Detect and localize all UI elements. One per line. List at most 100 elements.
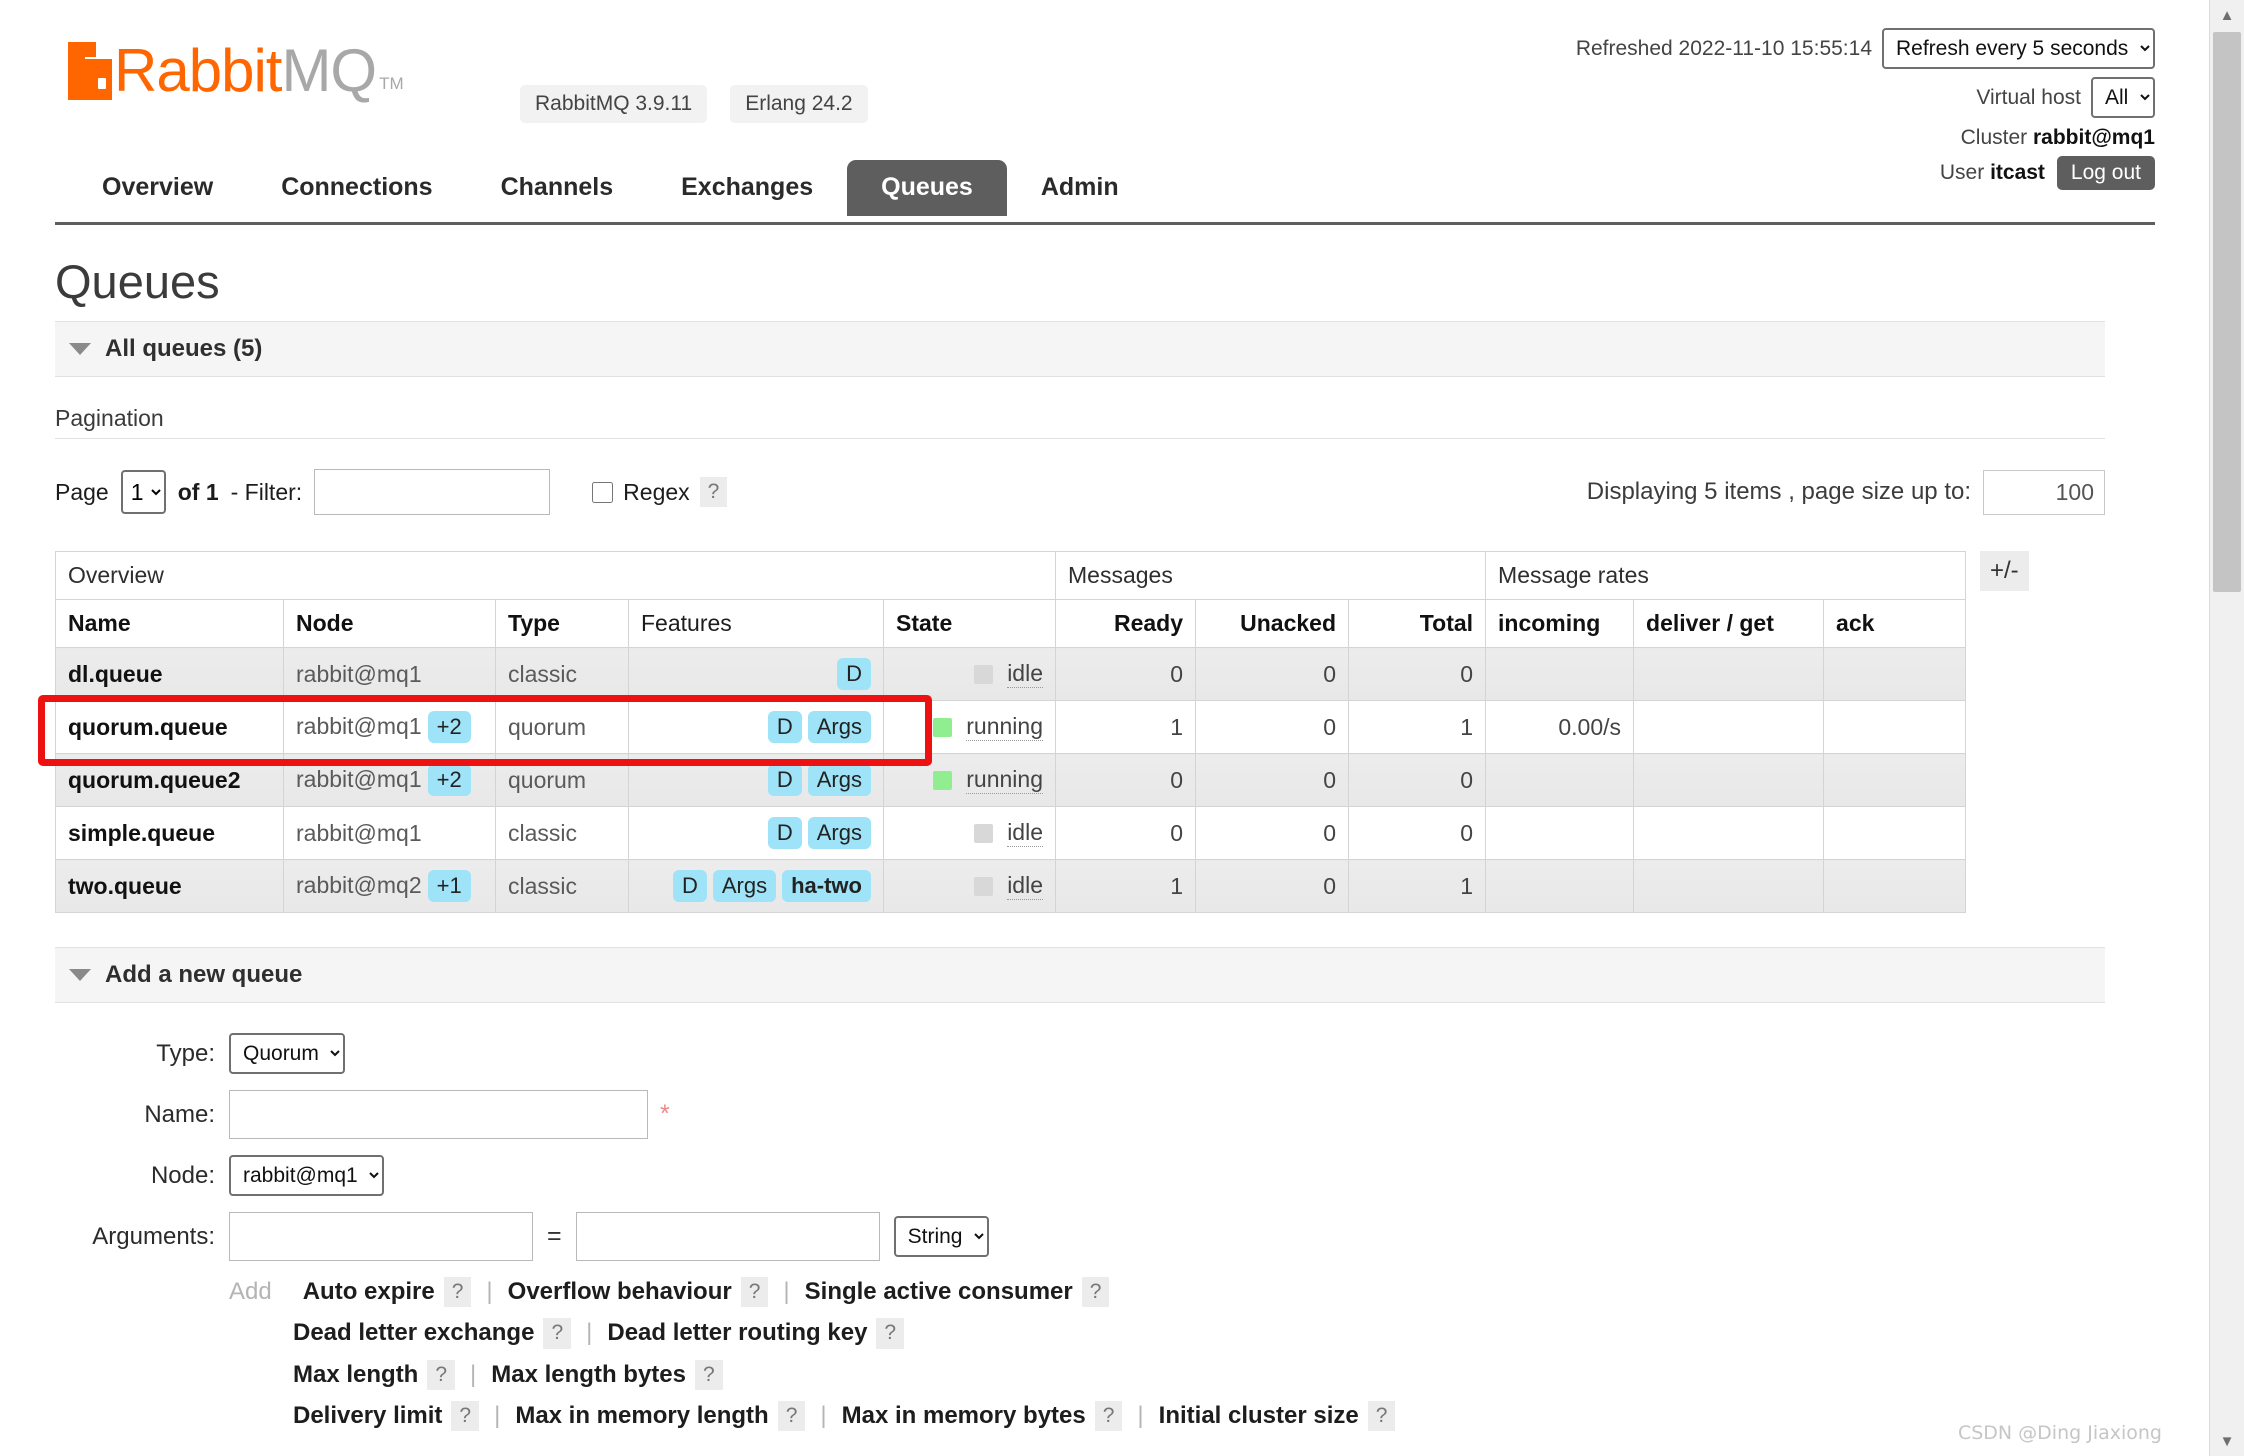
table-row[interactable]: quorum.queue rabbit@mq1 +2 quorum D Args runni… (55, 700, 1967, 754)
feature-badge-args[interactable]: Args (807, 817, 871, 849)
queue-total-cell: 0 (1347, 753, 1487, 807)
preset-dead-letter-routing-key[interactable]: Dead letter routing key (607, 1319, 867, 1347)
preset-dead-letter-exchange[interactable]: Dead letter exchange (293, 1319, 534, 1347)
preset-row-2: Dead letter exchange ? | Dead letter rou… (293, 1318, 2105, 1349)
page-scrollbar[interactable]: ▲ ▼ (2209, 0, 2244, 1456)
feature-badge-args[interactable]: Args (807, 711, 871, 743)
queue-name-input[interactable] (229, 1090, 648, 1139)
column-header-type[interactable]: Type (495, 599, 629, 648)
tab-queues[interactable]: Queues (847, 160, 1007, 216)
feature-badge-d[interactable]: D (837, 658, 871, 690)
argument-type-select[interactable]: String (893, 1216, 989, 1257)
node-extra-badge[interactable]: +2 (427, 711, 471, 743)
state-indicator-square (974, 876, 994, 896)
table-row[interactable]: two.queue rabbit@mq2 +1 classic D Args ha-two i… (55, 859, 1967, 913)
max-length-help-icon[interactable]: ? (427, 1359, 456, 1390)
column-header-total[interactable]: Total (1347, 599, 1487, 648)
tab-connections[interactable]: Connections (247, 160, 466, 216)
tab-admin[interactable]: Admin (1007, 160, 1153, 216)
node-extra-badge[interactable]: +2 (427, 764, 471, 796)
feature-badge-args[interactable]: Args (807, 764, 871, 796)
queue-type-cell: classic (495, 647, 629, 701)
queue-incoming-cell (1485, 753, 1635, 807)
group-header-overview: Overview (55, 551, 1056, 600)
scroll-up-icon[interactable]: ▲ (2210, 0, 2244, 30)
table-row[interactable]: dl.queue rabbit@mq1 classic Didle 0 0 0 (55, 647, 1967, 701)
queue-name-cell[interactable]: dl.queue (55, 647, 284, 701)
table-row[interactable]: quorum.queue2 rabbit@mq1 +2 quorum D Args runn… (55, 753, 1967, 807)
columns-toggle-button[interactable]: +/- (1980, 551, 2029, 591)
preset-max-length[interactable]: Max length (293, 1361, 418, 1389)
queue-node-select[interactable]: rabbit@mq1 (229, 1155, 384, 1196)
preset-row-4: Delivery limit ? | Max in memory length … (293, 1400, 2105, 1431)
queue-name-cell[interactable]: simple.queue (55, 806, 284, 860)
add-queue-section-header[interactable]: Add a new queue (55, 947, 2105, 1003)
page-size-input[interactable] (1983, 469, 2105, 515)
dead-letter-routing-key-help-icon[interactable]: ? (876, 1318, 905, 1349)
column-header-unacked[interactable]: Unacked (1195, 599, 1349, 648)
erlang-version-badge: Erlang 24.2 (730, 85, 868, 123)
table-row[interactable]: simple.queue rabbit@mq1 classic D Args idle 0 0… (55, 806, 1967, 860)
column-header-deliver-get[interactable]: deliver / get (1633, 599, 1825, 648)
queue-total-cell: 1 (1347, 859, 1487, 913)
preset-max-in-memory-bytes[interactable]: Max in memory bytes (842, 1402, 1086, 1430)
dead-letter-exchange-help-icon[interactable]: ? (543, 1318, 572, 1349)
single-active-consumer-help-icon[interactable]: ? (1081, 1277, 1110, 1308)
queues-table: Overview Messages Message rates Name Nod… (55, 551, 1967, 913)
initial-cluster-size-help-icon[interactable]: ? (1367, 1400, 1396, 1431)
regex-checkbox[interactable] (592, 481, 614, 503)
all-queues-section-header[interactable]: All queues (5) (55, 321, 2105, 377)
argument-value-input[interactable] (575, 1212, 880, 1261)
add-argument-button[interactable]: Add (229, 1278, 272, 1306)
scrollbar-thumb[interactable] (2213, 32, 2241, 592)
feature-badge-d[interactable]: D (767, 764, 802, 796)
queue-name-cell[interactable]: two.queue (55, 859, 284, 913)
queue-name-cell[interactable]: quorum.queue (55, 700, 284, 754)
column-header-ack[interactable]: ack (1823, 599, 1967, 648)
queue-type-select[interactable]: Quorum (229, 1033, 345, 1074)
rabbitmq-logo[interactable]: Rabbit MQ TM (68, 41, 404, 101)
column-header-incoming[interactable]: incoming (1485, 599, 1635, 648)
auto-expire-help-icon[interactable]: ? (443, 1277, 472, 1308)
queue-name-cell[interactable]: quorum.queue2 (55, 753, 284, 807)
tab-overview[interactable]: Overview (68, 160, 247, 216)
refresh-interval-select[interactable]: Refresh every 5 seconds (1882, 28, 2155, 69)
feature-badge-d[interactable]: D (672, 870, 707, 902)
argument-key-input[interactable] (229, 1212, 533, 1261)
tab-channels[interactable]: Channels (467, 160, 648, 216)
feature-badge-d[interactable]: D (767, 711, 802, 743)
column-header-name[interactable]: Name (55, 599, 284, 648)
node-extra-badge[interactable]: +1 (427, 870, 471, 902)
delivery-limit-help-icon[interactable]: ? (451, 1400, 480, 1431)
rabbitmq-management-page: Rabbit MQ TM RabbitMQ 3.9.11 Erlang 24.2 … (0, 0, 2210, 1456)
preset-max-length-bytes[interactable]: Max length bytes (491, 1361, 686, 1389)
column-header-ready[interactable]: Ready (1055, 599, 1196, 648)
column-header-node[interactable]: Node (283, 599, 496, 648)
feature-badge-d[interactable]: D (767, 817, 802, 849)
virtual-host-select[interactable]: All (2091, 77, 2155, 118)
queue-unacked-cell: 0 (1195, 647, 1349, 701)
column-header-state[interactable]: State (883, 599, 1056, 648)
overflow-behaviour-help-icon[interactable]: ? (740, 1277, 769, 1308)
preset-max-in-memory-length[interactable]: Max in memory length (515, 1402, 768, 1430)
preset-initial-cluster-size[interactable]: Initial cluster size (1159, 1402, 1359, 1430)
max-length-bytes-help-icon[interactable]: ? (694, 1359, 723, 1390)
feature-badge-args[interactable]: Args (712, 870, 777, 902)
state-text: idle (1007, 660, 1043, 688)
preset-single-active-consumer[interactable]: Single active consumer (805, 1278, 1073, 1306)
filter-input[interactable] (314, 469, 551, 515)
preset-overflow-behaviour[interactable]: Overflow behaviour (508, 1278, 732, 1306)
queue-total-cell: 0 (1347, 647, 1487, 701)
max-in-memory-bytes-help-icon[interactable]: ? (1094, 1400, 1123, 1431)
tab-exchanges[interactable]: Exchanges (647, 160, 847, 216)
feature-badge-ha-two[interactable]: ha-two (782, 870, 871, 902)
regex-help-icon[interactable]: ? (699, 476, 728, 508)
caret-down-icon[interactable] (69, 969, 91, 981)
max-in-memory-length-help-icon[interactable]: ? (777, 1400, 806, 1431)
preset-auto-expire[interactable]: Auto expire (303, 1278, 435, 1306)
logout-button[interactable]: Log out (2056, 156, 2155, 190)
scroll-down-icon[interactable]: ▼ (2210, 1426, 2244, 1456)
page-number-select[interactable]: 1 (120, 470, 166, 514)
preset-delivery-limit[interactable]: Delivery limit (293, 1402, 442, 1430)
caret-down-icon[interactable] (69, 343, 91, 355)
